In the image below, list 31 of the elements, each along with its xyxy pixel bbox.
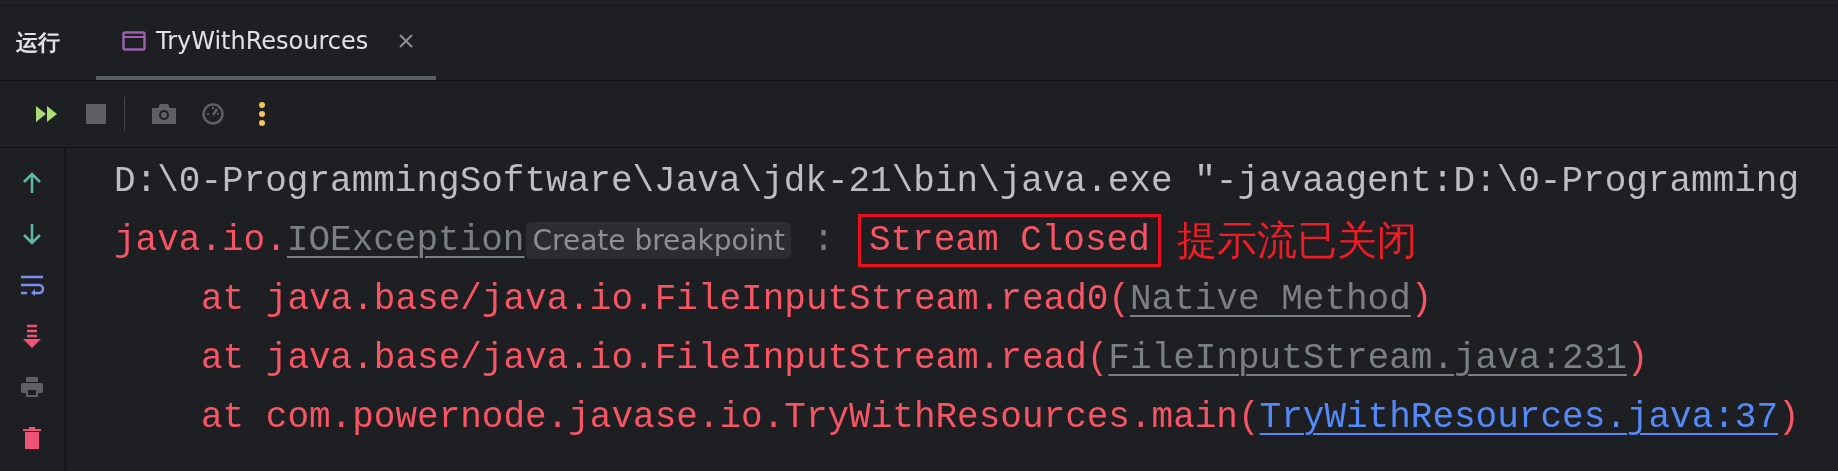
gauge-icon[interactable] — [201, 103, 224, 125]
highlighted-message: Stream Closed — [857, 214, 1161, 267]
source-link[interactable]: TryWithResources.java:37 — [1259, 397, 1779, 438]
rerun-icon[interactable] — [34, 105, 59, 123]
panel-title: 运行 — [16, 29, 61, 57]
source-link[interactable]: IOException — [286, 220, 525, 261]
run-tab[interactable]: TryWithResources — [96, 6, 437, 80]
separator-text: : — [811, 220, 836, 261]
error-text: ) — [1410, 279, 1433, 320]
camera-icon[interactable] — [150, 103, 177, 125]
error-text: ) — [1626, 338, 1649, 379]
trash-icon[interactable] — [22, 426, 42, 450]
annotation-text: 提示流已关闭 — [1176, 216, 1417, 265]
error-text: at com.powernode.javase.io.TryWithResources.main( — [201, 397, 1260, 438]
up-arrow-icon[interactable] — [22, 172, 42, 194]
console-text: D:\0-ProgrammingSoftware\Java\jdk-21\bin\java.exe "-javaagent:D:\0-Programming — [114, 161, 1800, 202]
error-text: at java.base/java.io.FileInputStream.read( — [201, 338, 1109, 379]
error-text: at java.base/java.io.FileInputStream.read0( — [201, 279, 1130, 320]
breakpoint-hint[interactable]: Create breakpoint — [526, 222, 792, 259]
soft-wrap-icon[interactable] — [20, 274, 44, 296]
more-icon[interactable] — [257, 102, 266, 126]
window-icon — [122, 31, 146, 51]
error-text: java.io. — [114, 220, 287, 261]
source-link[interactable]: FileInputStream.java:231 — [1108, 338, 1627, 379]
source-link[interactable]: Native Method — [1129, 279, 1411, 320]
error-text: ) — [1778, 397, 1800, 438]
close-icon[interactable] — [398, 33, 415, 49]
scroll-to-end-icon[interactable] — [22, 324, 42, 348]
down-arrow-icon[interactable] — [22, 223, 42, 245]
printer-icon[interactable] — [20, 376, 44, 398]
stop-icon[interactable] — [85, 104, 106, 124]
